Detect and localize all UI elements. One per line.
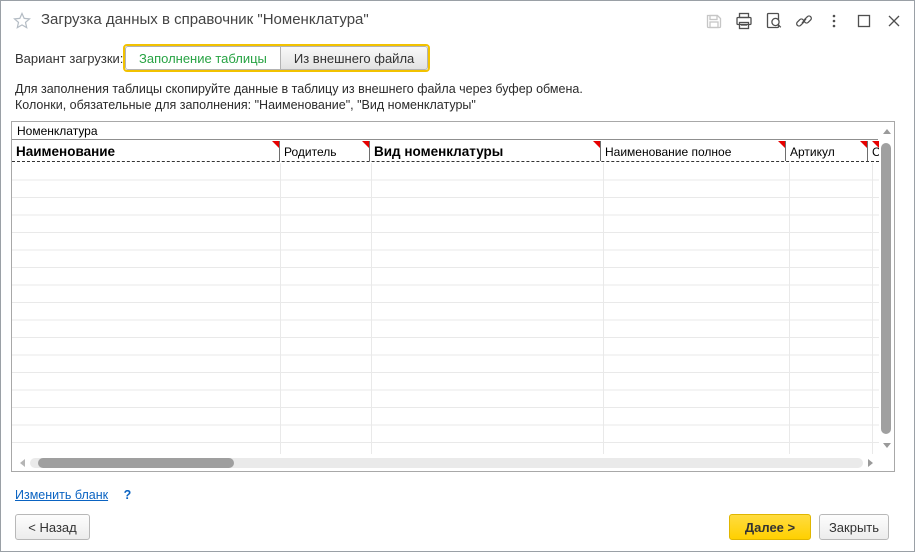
instruction-line-1: Для заполнения таблицы скопируйте данные… [15, 82, 583, 96]
scroll-right-icon[interactable] [868, 459, 873, 467]
scroll-down-icon[interactable] [883, 443, 891, 448]
titlebar: Загрузка данных в справочник "Номенклату… [1, 1, 914, 39]
scroll-left-icon[interactable] [20, 459, 25, 467]
edit-form-link[interactable]: Изменить бланк [15, 488, 108, 502]
save-icon[interactable] [705, 12, 723, 30]
more-menu-icon[interactable] [825, 12, 843, 30]
footer-links: Изменить бланк ? [15, 488, 131, 502]
print-preview-icon[interactable] [765, 12, 783, 30]
dialog-window: Загрузка данных в справочник "Номенклату… [0, 0, 915, 552]
next-button[interactable]: Далее > [729, 514, 811, 540]
horizontal-scrollbar[interactable] [12, 454, 879, 471]
close-button[interactable]: Закрыть [819, 514, 889, 540]
required-marker-icon [860, 141, 867, 148]
horizontal-scrollbar-track[interactable] [30, 458, 863, 468]
required-marker-icon [872, 141, 879, 148]
back-button[interactable]: < Назад [15, 514, 90, 540]
column-header[interactable]: Родитель [280, 141, 370, 161]
column-divider [371, 163, 372, 454]
tab-fill-table[interactable]: Заполнение таблицы [125, 46, 281, 70]
column-header-label: Наименование полное [605, 145, 731, 159]
column-header-label: Артикул [790, 145, 835, 159]
page-title: Загрузка данных в справочник "Номенклату… [41, 11, 369, 28]
nomenclature-table: Номенклатура Наименование Родитель Вид ном… [11, 121, 895, 472]
column-headers: Наименование Родитель Вид номенклатуры Наим… [12, 141, 879, 162]
favorite-star-icon[interactable] [13, 12, 31, 30]
print-icon[interactable] [735, 12, 753, 30]
column-divider [603, 163, 604, 454]
tab-from-external-file[interactable]: Из внешнего файла [281, 46, 428, 70]
vertical-scrollbar-thumb[interactable] [881, 143, 891, 434]
link-icon[interactable] [795, 12, 813, 30]
horizontal-scrollbar-thumb[interactable] [38, 458, 234, 468]
column-header[interactable]: Наименование полное [601, 141, 786, 161]
column-header[interactable]: Артикул [786, 141, 868, 161]
variant-label: Вариант загрузки: [15, 51, 123, 66]
table-group-header: Номенклатура [12, 122, 878, 140]
required-marker-icon [593, 141, 600, 148]
close-icon[interactable] [885, 12, 903, 30]
instruction-line-2: Колонки, обязательные для заполнения: "Н… [15, 98, 476, 112]
column-header-label: Наименование [16, 144, 115, 159]
column-header[interactable]: Вид номенклатуры [370, 141, 601, 161]
required-marker-icon [778, 141, 785, 148]
help-link[interactable]: ? [124, 488, 132, 502]
column-divider [789, 163, 790, 454]
column-divider [872, 163, 873, 454]
column-divider [280, 163, 281, 454]
required-marker-icon [362, 141, 369, 148]
scroll-up-icon[interactable] [883, 129, 891, 134]
required-marker-icon [272, 141, 279, 148]
column-header[interactable]: Наименование [12, 141, 280, 161]
table-grid-body[interactable] [12, 163, 879, 454]
variant-tabgroup: Заполнение таблицы Из внешнего файла [123, 44, 430, 72]
maximize-icon[interactable] [855, 12, 873, 30]
column-header-label: Вид номенклатуры [374, 144, 503, 159]
vertical-scrollbar[interactable] [879, 122, 894, 454]
column-header-label: Родитель [284, 145, 336, 159]
column-header[interactable]: С [868, 141, 879, 161]
titlebar-actions [705, 12, 903, 30]
